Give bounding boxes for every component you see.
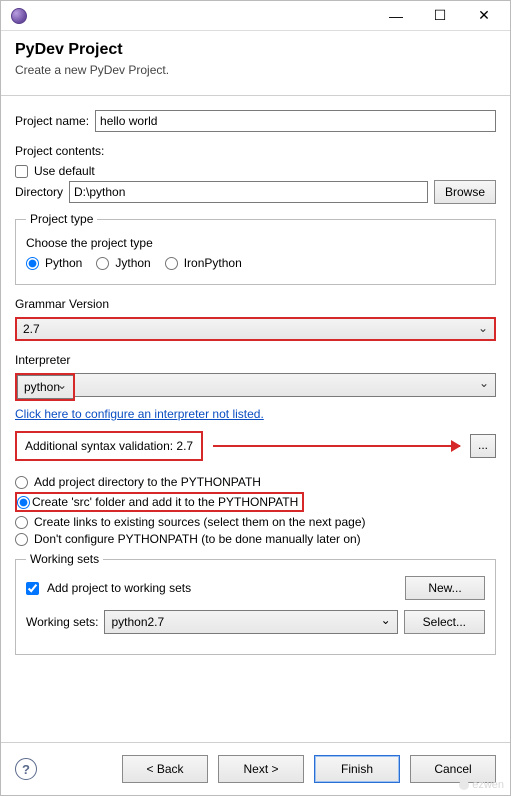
project-type-python[interactable]: Python [26, 256, 82, 270]
project-type-ironpython-radio[interactable] [165, 257, 178, 270]
wizard-subtitle: Create a new PyDev Project. [15, 63, 496, 77]
project-type-jython[interactable]: Jython [96, 256, 150, 270]
project-name-input[interactable] [95, 110, 496, 132]
use-default-label: Use default [34, 164, 95, 178]
option-create-links[interactable]: Create links to existing sources (select… [15, 515, 496, 529]
option-create-src-label: Create 'src' folder and add it to the PY… [32, 495, 298, 509]
working-sets-select-row: Working sets: python2.7 Select... [26, 610, 485, 634]
option-dont-configure-radio[interactable] [15, 533, 28, 546]
project-type-jython-radio[interactable] [96, 257, 109, 270]
grammar-label: Grammar Version [15, 297, 496, 311]
project-type-options: Python Jython IronPython [26, 254, 485, 272]
project-type-jython-label: Jython [115, 256, 150, 270]
directory-label: Directory [15, 185, 63, 199]
option-dont-configure-label: Don't configure PYTHONPATH (to be done m… [34, 532, 361, 546]
working-sets-label: Working sets: [26, 615, 98, 629]
minimize-button[interactable]: — [374, 1, 418, 30]
wizard-banner: PyDev Project Create a new PyDev Project… [1, 31, 510, 96]
pythonpath-options: Add project directory to the PYTHONPATH … [15, 475, 496, 546]
option-create-links-label: Create links to existing sources (select… [34, 515, 366, 529]
back-button[interactable]: < Back [122, 755, 208, 783]
option-create-src-radio[interactable] [17, 496, 30, 509]
project-type-ironpython-label: IronPython [184, 256, 242, 270]
project-type-python-radio[interactable] [26, 257, 39, 270]
project-type-ironpython[interactable]: IronPython [165, 256, 242, 270]
working-sets-add-row: Add project to working sets New... [26, 576, 485, 600]
working-sets-group: Working sets Add project to working sets… [15, 552, 496, 655]
working-sets-new-button[interactable]: New... [405, 576, 485, 600]
choose-project-type-label: Choose the project type [26, 236, 485, 250]
interpreter-select[interactable] [75, 373, 496, 397]
project-type-group: Project type Choose the project type Pyt… [15, 212, 496, 285]
next-button[interactable]: Next > [218, 755, 304, 783]
working-sets-select-button[interactable]: Select... [404, 610, 485, 634]
configure-interpreter-link[interactable]: Click here to configure an interpreter n… [15, 407, 264, 421]
wizard-title: PyDev Project [15, 41, 496, 59]
wizard-footer: ? < Back Next > Finish Cancel [1, 742, 510, 795]
maximize-button[interactable]: ☐ [418, 1, 462, 30]
eclipse-icon [11, 8, 27, 24]
directory-row: Directory Browse [15, 180, 496, 204]
add-to-working-sets-label: Add project to working sets [47, 581, 399, 595]
syntax-validation-row: Additional syntax validation: 2.7 ... [15, 431, 496, 461]
use-default-row: Use default [15, 164, 496, 178]
use-default-checkbox[interactable] [15, 165, 28, 178]
option-create-src-wrap: Create 'src' folder and add it to the PY… [15, 492, 496, 512]
interpreter-label: Interpreter [15, 353, 496, 367]
option-create-links-radio[interactable] [15, 516, 28, 529]
finish-button[interactable]: Finish [314, 755, 400, 783]
grammar-value: 2.7 [23, 322, 40, 336]
option-add-dir-label: Add project directory to the PYTHONPATH [34, 475, 261, 489]
option-add-dir[interactable]: Add project directory to the PYTHONPATH [15, 475, 496, 489]
add-to-working-sets-checkbox[interactable] [26, 582, 39, 595]
syntax-validation-configure-button[interactable]: ... [470, 434, 496, 458]
annotation-arrow [213, 445, 460, 447]
project-type-python-label: Python [45, 256, 82, 270]
help-button[interactable]: ? [15, 758, 37, 780]
working-sets-legend: Working sets [26, 552, 103, 566]
syntax-validation-label: Additional syntax validation: 2.7 [15, 431, 203, 461]
titlebar: — ☐ ✕ [1, 1, 510, 31]
working-sets-select[interactable]: python2.7 [104, 610, 397, 634]
project-contents-heading: Project contents: [15, 144, 496, 158]
working-sets-value: python2.7 [111, 615, 164, 629]
project-name-label: Project name: [15, 114, 89, 128]
project-name-row: Project name: [15, 110, 496, 132]
option-dont-configure[interactable]: Don't configure PYTHONPATH (to be done m… [15, 532, 496, 546]
browse-button[interactable]: Browse [434, 180, 496, 204]
project-type-legend: Project type [26, 212, 97, 226]
cancel-button[interactable]: Cancel [410, 755, 496, 783]
close-button[interactable]: ✕ [462, 1, 506, 30]
wizard-content: Project name: Project contents: Use defa… [1, 96, 510, 669]
interpreter-select-highlight[interactable]: python [17, 375, 73, 399]
directory-input[interactable] [69, 181, 428, 203]
grammar-select[interactable]: 2.7 [15, 317, 496, 341]
option-add-dir-radio[interactable] [15, 476, 28, 489]
interpreter-value: python [24, 380, 60, 394]
